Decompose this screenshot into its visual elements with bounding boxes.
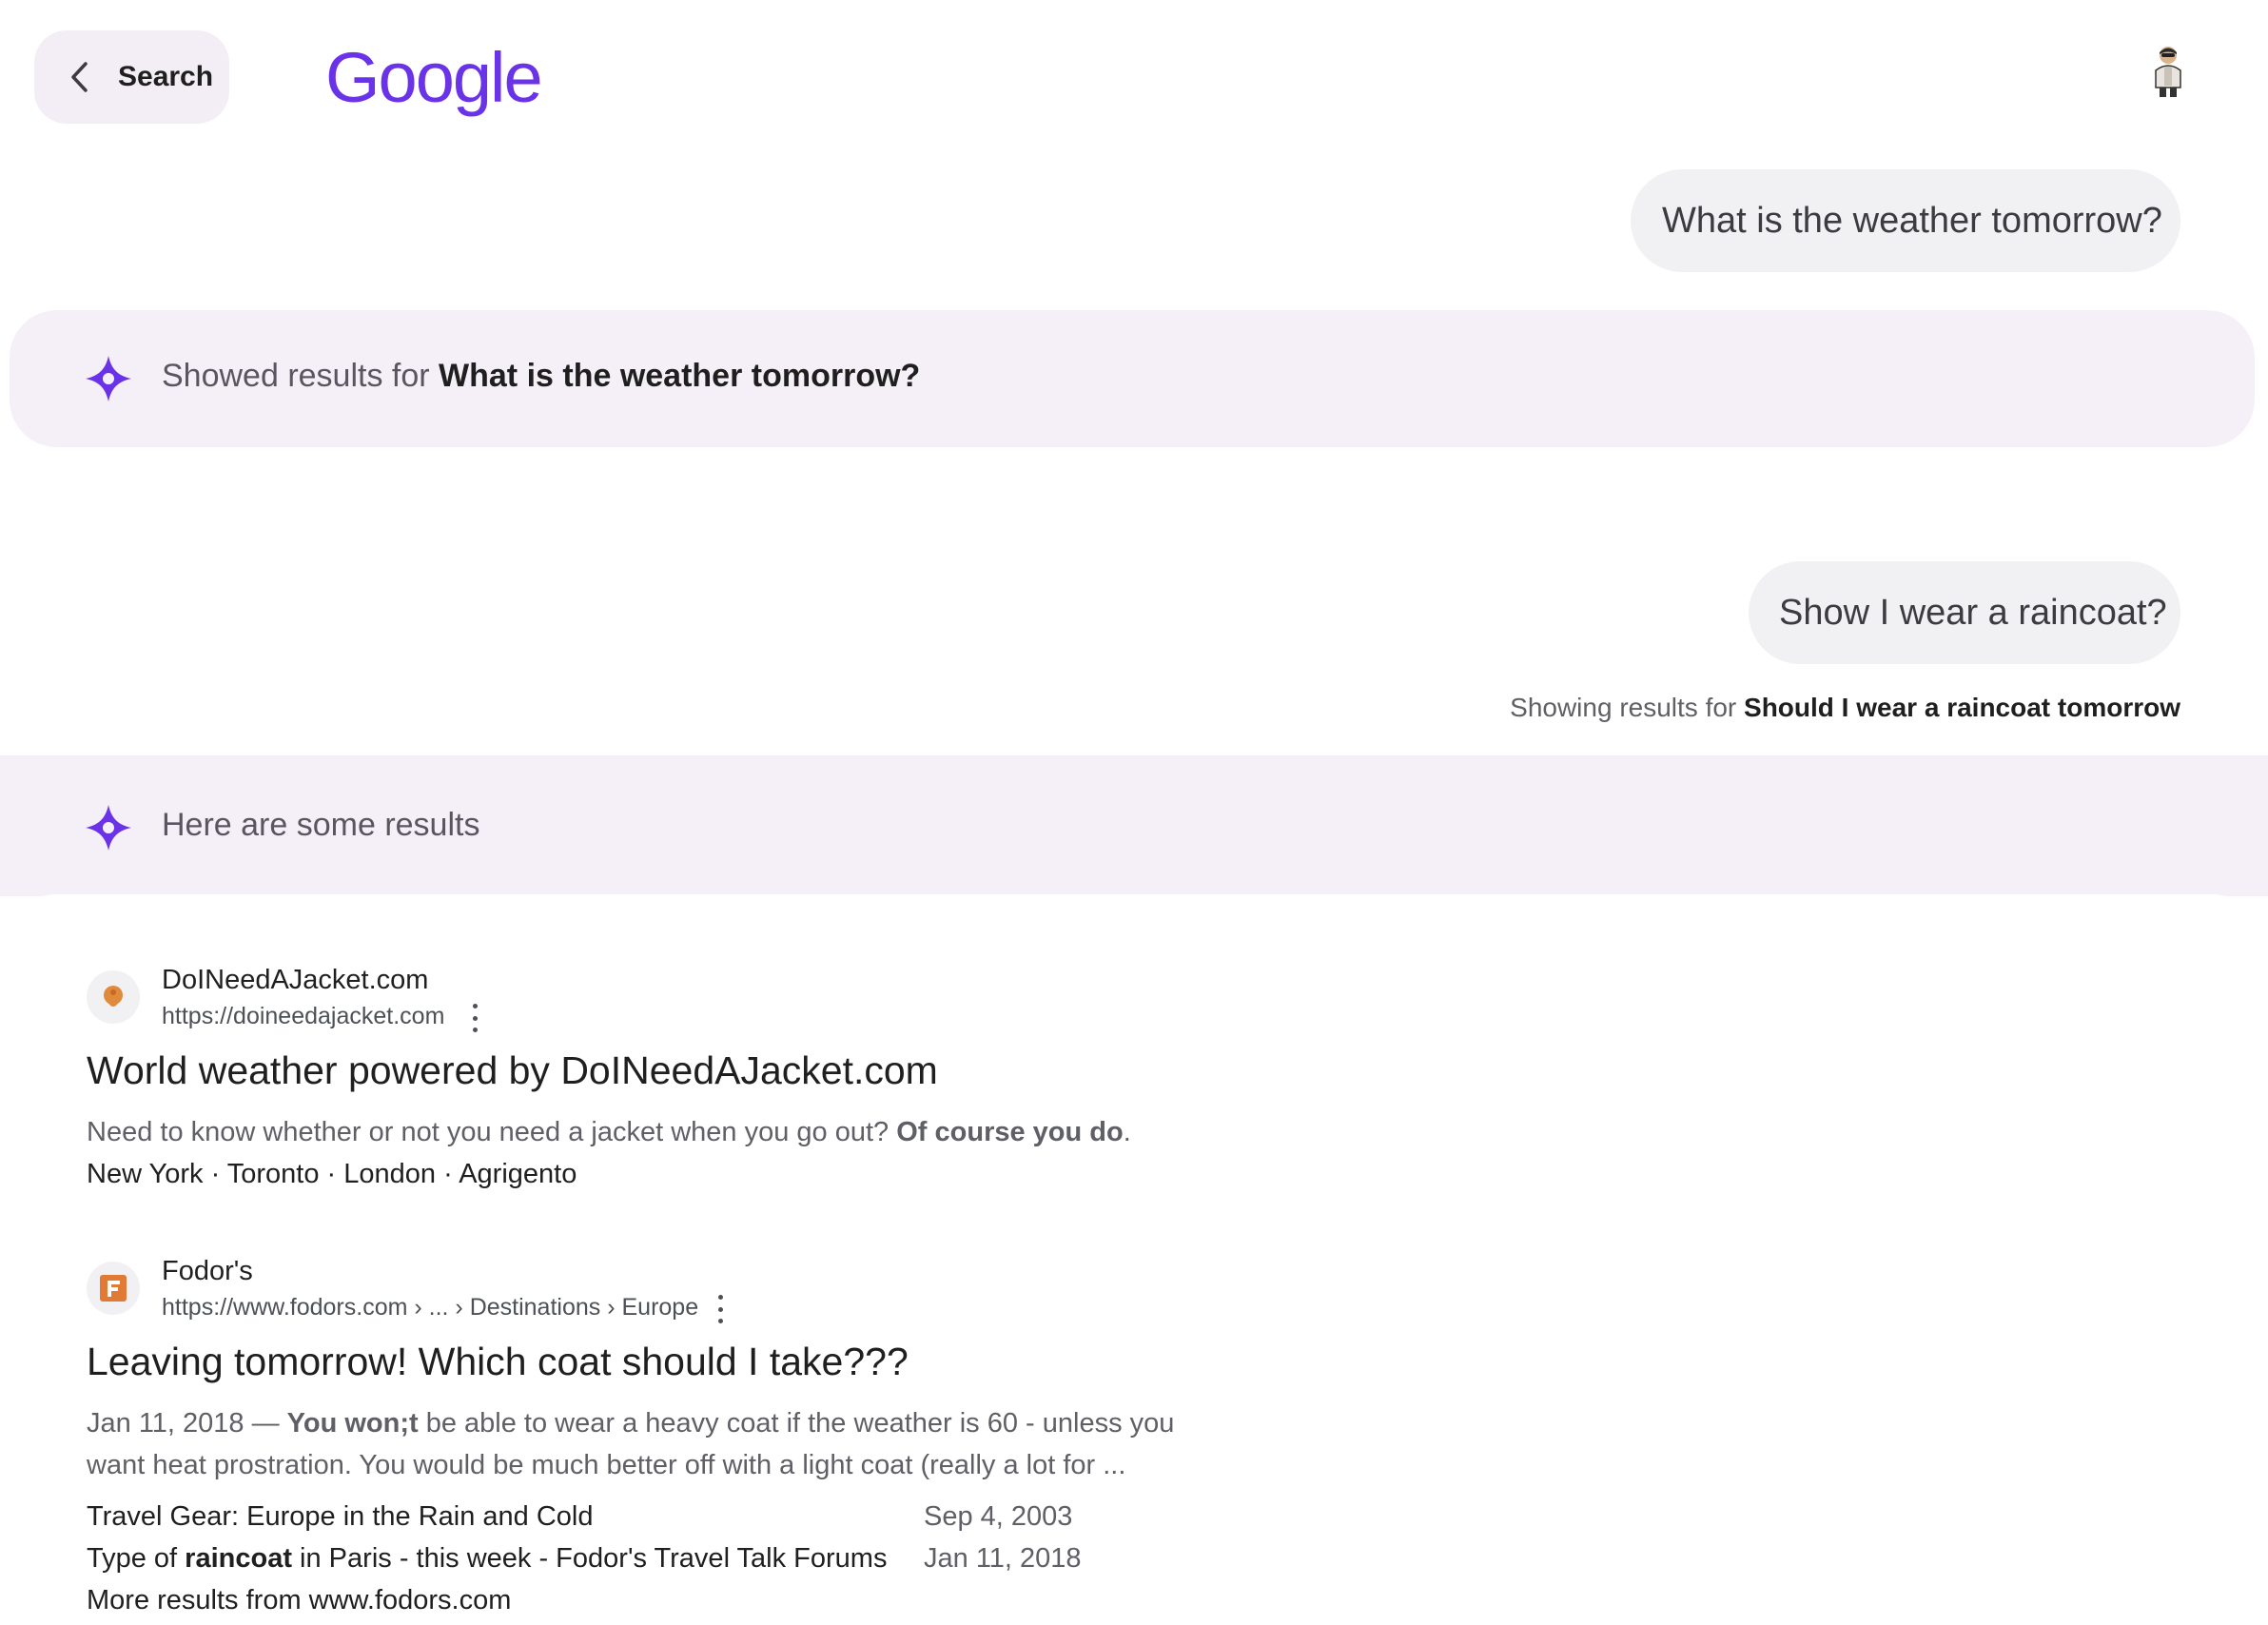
user-query-text: What is the weather tomorrow? [1662, 200, 2162, 241]
assistant-response-band-2: Here are some results [0, 755, 2268, 896]
back-to-search-button[interactable]: Search [34, 30, 229, 124]
corrected-query-link[interactable]: Should I wear a raincoat tomorrow [1744, 693, 2180, 722]
more-results-link[interactable]: More results from www.fodors.com [87, 1585, 511, 1616]
result-snippet: Need to know whether or not you need a j… [87, 1111, 1228, 1153]
assistant-response-band: Showed results for What is the weather t… [10, 310, 2255, 447]
result-site-name[interactable]: Fodor's [162, 1256, 253, 1287]
result-title[interactable]: World weather powered by DoINeedAJacket.… [87, 1048, 938, 1093]
result-snippet-text: Need to know whether or not you need a j… [87, 1117, 897, 1147]
chevron-left-icon [68, 61, 101, 93]
more-options-icon[interactable] [715, 1295, 725, 1323]
sub-result-link[interactable]: Type of raincoat in Paris - this week - … [87, 1543, 887, 1575]
gemini-spark-icon [86, 356, 131, 401]
here-are-results-text: Here are some results [162, 807, 480, 843]
back-button-label: Search [118, 61, 214, 92]
result-snippet: Jan 11, 2018 — You won;t be able to wear… [87, 1402, 1238, 1486]
showed-results-prefix: Showed results for [162, 358, 440, 394]
fodors-favicon [87, 1262, 140, 1315]
result-sitelinks[interactable]: New York · Toronto · London · Agrigento [87, 1159, 577, 1190]
result-snippet-bold: You won;t [286, 1408, 419, 1439]
user-query-bubble: What is the weather tomorrow? [1631, 169, 2180, 272]
doineedajacket-favicon [87, 970, 140, 1024]
sub-result-date: Jan 11, 2018 [924, 1543, 1082, 1574]
showed-results-text: Showed results for What is the weather t… [162, 358, 920, 395]
showed-results-query[interactable]: What is the weather tomorrow? [439, 358, 920, 394]
result-snippet-end: . [1123, 1117, 1131, 1147]
result-site-name[interactable]: DoINeedAJacket.com [162, 965, 428, 996]
result-url[interactable]: https://www.fodors.com › ... › Destinati… [162, 1294, 698, 1322]
sub-result-date: Sep 4, 2003 [924, 1501, 1073, 1532]
google-logo[interactable]: Google [325, 34, 543, 120]
avatar[interactable] [2148, 44, 2188, 99]
result-snippet-date: Jan 11, 2018 — [87, 1408, 287, 1439]
user-query-text-2: Show I wear a raincoat? [1779, 592, 2167, 633]
more-options-icon[interactable] [470, 1004, 479, 1032]
result-url[interactable]: https://doineedajacket.com [162, 1003, 444, 1030]
sub-result-link[interactable]: Travel Gear: Europe in the Rain and Cold [87, 1501, 594, 1533]
user-query-bubble-2: Show I wear a raincoat? [1749, 561, 2180, 664]
showing-results-prefix: Showing results for [1510, 693, 1745, 722]
showing-results-for: Showing results for Should I wear a rain… [1510, 693, 2180, 723]
result-title[interactable]: Leaving tomorrow! Which coat should I ta… [87, 1340, 909, 1384]
result-snippet-bold: Of course you do [896, 1117, 1124, 1147]
gemini-spark-icon [86, 805, 131, 851]
